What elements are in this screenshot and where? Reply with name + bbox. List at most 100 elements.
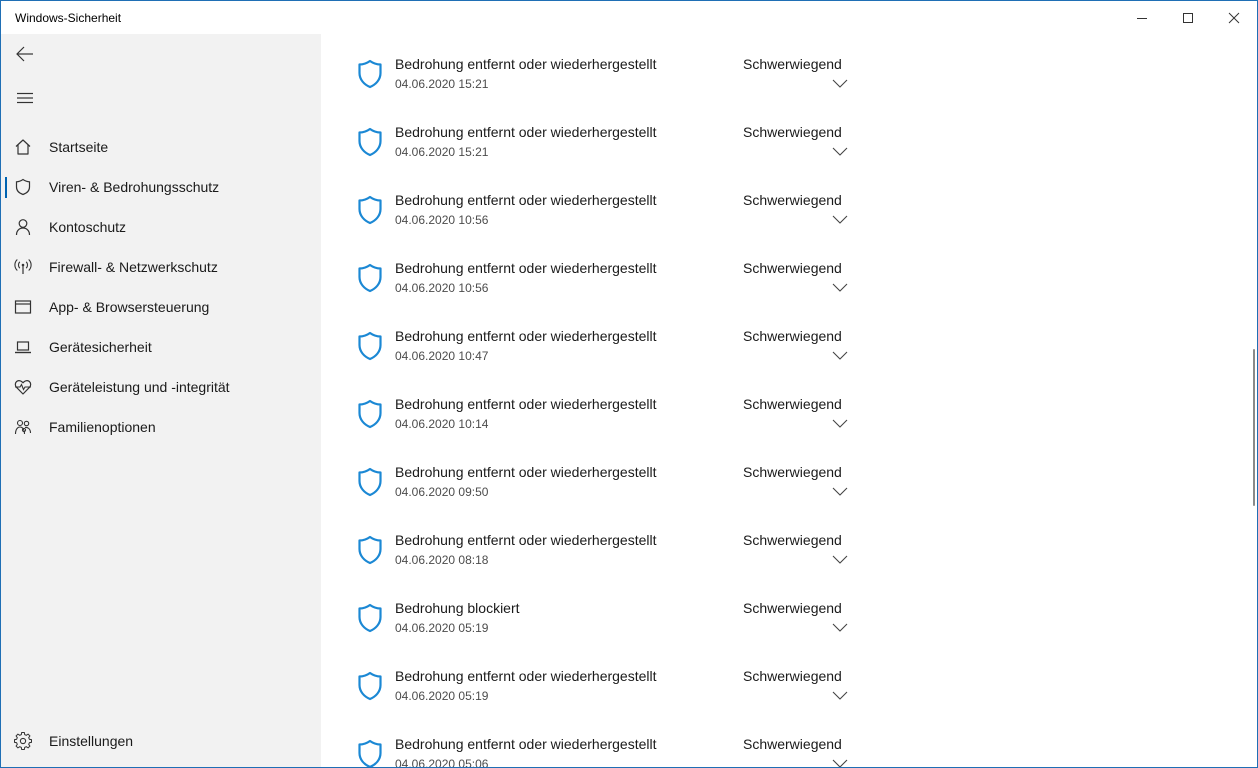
- threat-title: Bedrohung entfernt oder wiederhergestell…: [395, 736, 657, 752]
- threat-severity: Schwerwiegend: [743, 464, 842, 480]
- chevron-down-icon[interactable]: [832, 418, 848, 428]
- threat-list-item[interactable]: Bedrohung entfernt oder wiederhergestell…: [321, 42, 861, 110]
- threat-title: Bedrohung entfernt oder wiederhergestell…: [395, 56, 657, 72]
- chevron-down-icon[interactable]: [832, 282, 848, 292]
- threat-list-item[interactable]: Bedrohung entfernt oder wiederhergestell…: [321, 518, 861, 586]
- close-button[interactable]: [1211, 1, 1257, 34]
- threat-date: 04.06.2020 10:56: [395, 281, 489, 295]
- threat-severity: Schwerwiegend: [743, 532, 842, 548]
- threat-date: 04.06.2020 09:50: [395, 485, 489, 499]
- threat-title: Bedrohung entfernt oder wiederhergestell…: [395, 192, 657, 208]
- threat-list-item[interactable]: Bedrohung blockiert 04.06.2020 05:19 Sch…: [321, 586, 861, 654]
- chevron-down-icon[interactable]: [832, 214, 848, 224]
- threat-title: Bedrohung entfernt oder wiederhergestell…: [395, 328, 657, 344]
- threat-severity: Schwerwiegend: [743, 668, 842, 684]
- sidebar-item-label: Kontoschutz: [49, 219, 127, 235]
- navigation-pane: Startseite Viren- & Bedrohungsschutz Kon…: [1, 34, 321, 767]
- sidebar-item-label: Einstellungen: [49, 733, 134, 749]
- chevron-down-icon[interactable]: [832, 554, 848, 564]
- threat-date: 04.06.2020 05:19: [395, 621, 489, 635]
- shield-icon: [358, 127, 382, 157]
- threat-list-item[interactable]: Bedrohung entfernt oder wiederhergestell…: [321, 314, 861, 382]
- threat-title: Bedrohung entfernt oder wiederhergestell…: [395, 668, 657, 684]
- chevron-down-icon[interactable]: [832, 486, 848, 496]
- close-icon: [1228, 12, 1240, 23]
- gear-icon: [13, 731, 33, 751]
- threat-severity: Schwerwiegend: [743, 56, 842, 72]
- threat-title: Bedrohung entfernt oder wiederhergestell…: [395, 396, 657, 412]
- chevron-down-icon[interactable]: [832, 350, 848, 360]
- shield-icon: [358, 603, 382, 633]
- threat-date: 04.06.2020 05:19: [395, 689, 489, 703]
- threat-date: 04.06.2020 08:18: [395, 553, 489, 567]
- threat-list-item[interactable]: Bedrohung entfernt oder wiederhergestell…: [321, 110, 861, 178]
- threat-list-item[interactable]: Bedrohung entfernt oder wiederhergestell…: [321, 722, 861, 767]
- maximize-icon: [1183, 12, 1193, 23]
- threat-severity: Schwerwiegend: [743, 192, 842, 208]
- app-window: Windows-Sicherheit Startseite Viren- & B…: [0, 0, 1258, 768]
- threat-list-item[interactable]: Bedrohung entfernt oder wiederhergestell…: [321, 178, 861, 246]
- sidebar-item-firewall[interactable]: Firewall- & Netzwerkschutz: [1, 247, 321, 287]
- window-title: Windows-Sicherheit: [15, 11, 122, 25]
- threat-title: Bedrohung blockiert: [395, 600, 520, 616]
- sidebar-item-virus-threat-protection[interactable]: Viren- & Bedrohungsschutz: [1, 167, 321, 207]
- threat-date: 04.06.2020 15:21: [395, 77, 489, 91]
- title-bar: Windows-Sicherheit: [1, 1, 1257, 34]
- hamburger-icon: [17, 92, 33, 104]
- threat-date: 04.06.2020 05:06: [395, 757, 489, 767]
- sidebar-item-account-protection[interactable]: Kontoschutz: [1, 207, 321, 247]
- threat-severity: Schwerwiegend: [743, 124, 842, 140]
- back-button[interactable]: [1, 34, 49, 74]
- shield-icon: [13, 177, 33, 197]
- person-icon: [13, 217, 33, 237]
- threat-severity: Schwerwiegend: [743, 328, 842, 344]
- shield-icon: [358, 535, 382, 565]
- heart-pulse-icon: [13, 377, 33, 397]
- chevron-down-icon[interactable]: [832, 622, 848, 632]
- chevron-down-icon[interactable]: [832, 78, 848, 88]
- threat-title: Bedrohung entfernt oder wiederhergestell…: [395, 532, 657, 548]
- sidebar-item-family-options[interactable]: Familienoptionen: [1, 407, 321, 447]
- shield-icon: [358, 739, 382, 767]
- sidebar-item-label: Startseite: [49, 139, 109, 155]
- home-icon: [13, 137, 33, 157]
- sidebar-item-settings[interactable]: Einstellungen: [1, 721, 321, 761]
- maximize-button[interactable]: [1165, 1, 1211, 34]
- threat-severity: Schwerwiegend: [743, 260, 842, 276]
- sidebar-item-device-security[interactable]: Gerätesicherheit: [1, 327, 321, 367]
- hamburger-menu-button[interactable]: [1, 78, 49, 118]
- shield-icon: [358, 59, 382, 89]
- threat-date: 04.06.2020 10:14: [395, 417, 489, 431]
- threat-severity: Schwerwiegend: [743, 736, 842, 752]
- shield-icon: [358, 195, 382, 225]
- sidebar-item-home[interactable]: Startseite: [1, 127, 321, 167]
- sidebar-item-label: Geräteleistung und -integrität: [49, 379, 230, 395]
- shield-icon: [358, 263, 382, 293]
- threat-list-item[interactable]: Bedrohung entfernt oder wiederhergestell…: [321, 654, 861, 722]
- sidebar-item-app-browser-control[interactable]: App- & Browsersteuerung: [1, 287, 321, 327]
- shield-icon: [358, 467, 382, 497]
- back-arrow-icon: [16, 46, 33, 62]
- sidebar-item-label: Gerätesicherheit: [49, 339, 152, 355]
- threat-title: Bedrohung entfernt oder wiederhergestell…: [395, 464, 657, 480]
- browser-window-icon: [13, 297, 33, 317]
- threat-date: 04.06.2020 15:21: [395, 145, 489, 159]
- sidebar-item-device-performance[interactable]: Geräteleistung und -integrität: [1, 367, 321, 407]
- shield-icon: [358, 671, 382, 701]
- threat-list-item[interactable]: Bedrohung entfernt oder wiederhergestell…: [321, 246, 861, 314]
- chevron-down-icon[interactable]: [832, 146, 848, 156]
- vertical-scrollbar[interactable]: [1253, 349, 1255, 506]
- antenna-icon: [13, 257, 33, 277]
- minimize-icon: [1137, 17, 1147, 19]
- minimize-button[interactable]: [1119, 1, 1165, 34]
- threat-severity: Schwerwiegend: [743, 600, 842, 616]
- threat-date: 04.06.2020 10:47: [395, 349, 489, 363]
- sidebar-item-label: Familienoptionen: [49, 419, 156, 435]
- sidebar-item-label: App- & Browsersteuerung: [49, 299, 210, 315]
- chevron-down-icon[interactable]: [832, 758, 848, 767]
- threat-list-item[interactable]: Bedrohung entfernt oder wiederhergestell…: [321, 382, 861, 450]
- family-icon: [13, 417, 33, 437]
- protection-history-list: Bedrohung entfernt oder wiederhergestell…: [321, 34, 1257, 767]
- chevron-down-icon[interactable]: [832, 690, 848, 700]
- threat-list-item[interactable]: Bedrohung entfernt oder wiederhergestell…: [321, 450, 861, 518]
